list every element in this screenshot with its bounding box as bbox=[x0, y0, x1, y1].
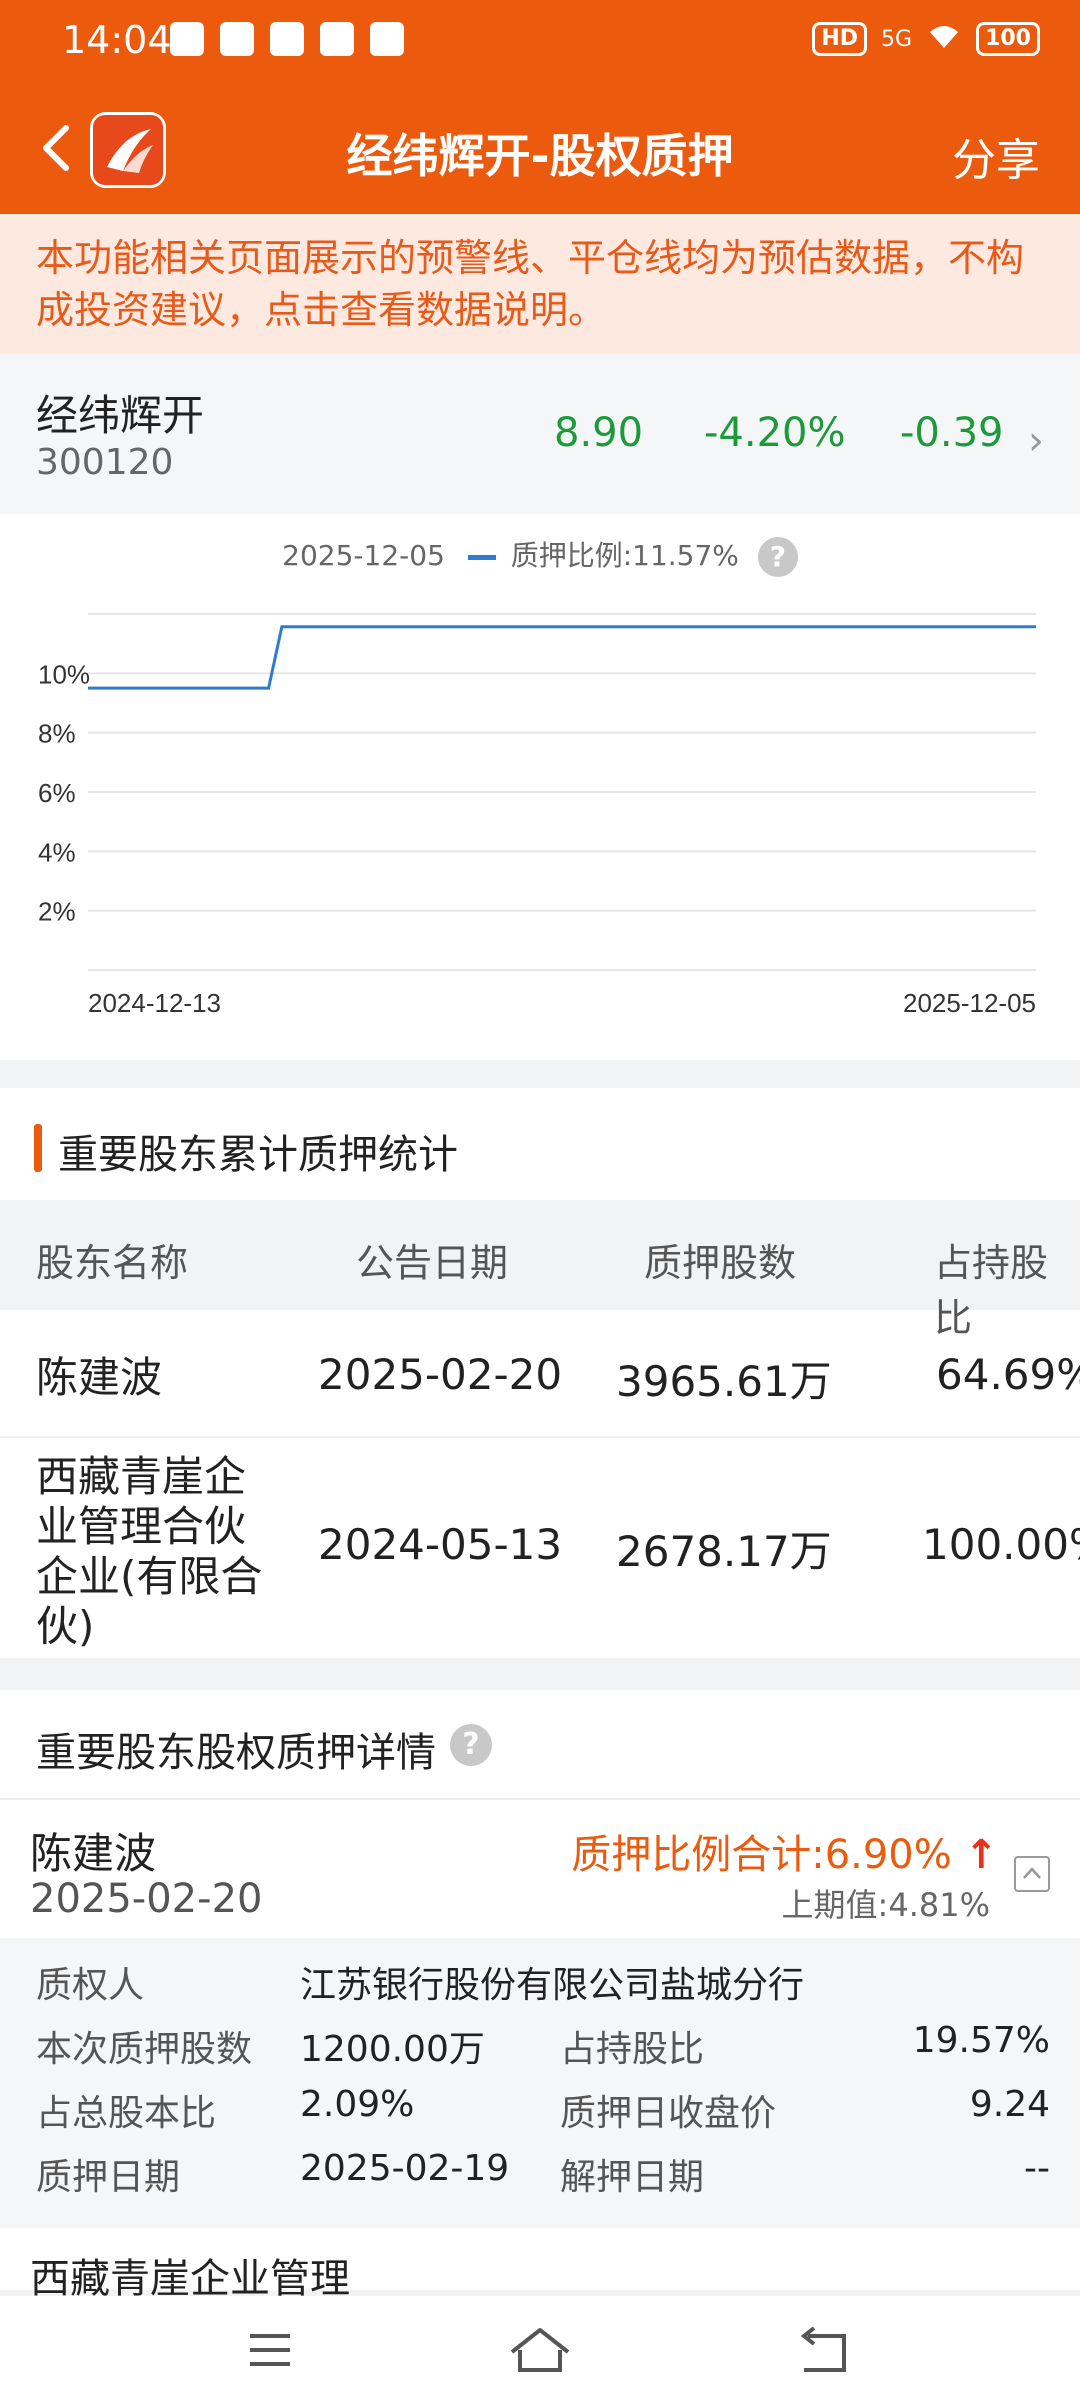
section-accent-bar bbox=[34, 1124, 42, 1172]
y-tick-label: 6% bbox=[38, 778, 76, 808]
system-nav-bar bbox=[0, 2296, 1080, 2408]
pledge-ratio-chart: 2025-12-05 质押比例:11.57% ? 2% 4% 6% 8% 10% 2024… bbox=[0, 514, 1080, 1060]
x-tick-label: 2025-12-05 bbox=[903, 988, 1036, 1018]
cell-holder-name: 西藏青崖企业管理合伙企业(有限合伙) bbox=[36, 1452, 263, 1651]
collapse-button[interactable] bbox=[1014, 1856, 1050, 1892]
stock-change: -0.39 bbox=[900, 410, 1004, 456]
back-nav-icon[interactable] bbox=[796, 2326, 852, 2374]
value-pledgee: 江苏银行股份有限公司盐城分行 bbox=[300, 1965, 805, 2006]
label-release-date: 解押日期 bbox=[560, 2157, 705, 2198]
y-tick-label: 8% bbox=[38, 719, 76, 749]
holder-date: 2025-02-20 bbox=[30, 1876, 263, 1922]
column-header-shares: 质押股数 bbox=[644, 1241, 797, 1285]
cell-ratio: 100.00% bbox=[922, 1520, 1080, 1569]
help-icon[interactable]: ? bbox=[450, 1724, 492, 1766]
table-row[interactable]: 陈建波 2025-02-20 3965.61万 64.69% bbox=[0, 1310, 1080, 1438]
column-header-name: 股东名称 bbox=[36, 1241, 189, 1285]
table-row[interactable]: 西藏青崖企业管理合伙企业(有限合伙) 2024-05-13 2678.17万 1… bbox=[0, 1438, 1080, 1658]
holder-name: 陈建波 bbox=[30, 1829, 157, 1878]
value-pledged-shares: 1200.00万 bbox=[300, 2029, 485, 2070]
pledge-detail-card: 重要股东股权质押详情 ? 陈建波 2025-02-20 质押比例合计:6.90%… bbox=[0, 1690, 1080, 2302]
up-arrow-icon: ↑ bbox=[964, 1832, 998, 1878]
hd-icon: HD bbox=[812, 22, 868, 56]
wechat-icon bbox=[220, 22, 254, 56]
column-header-date: 公告日期 bbox=[356, 1241, 509, 1285]
table-header: 股东名称 公告日期 质押股数 占持股比 bbox=[0, 1200, 1080, 1340]
battery-icon: 100 bbox=[976, 22, 1040, 56]
cell-shares: 3965.61万 bbox=[616, 1357, 832, 1406]
stock-name: 经纬辉开 bbox=[36, 391, 205, 440]
label-hold-ratio: 占持股比 bbox=[560, 2029, 705, 2070]
section-title: 重要股东股权质押详情 bbox=[36, 1730, 436, 1776]
video-icon bbox=[320, 22, 354, 56]
stock-change-pct: -4.20% bbox=[704, 410, 846, 456]
wifi-icon bbox=[926, 22, 962, 56]
stock-quote-row[interactable]: 经纬辉开 300120 8.90 -4.20% -0.39 › bbox=[0, 354, 1080, 514]
signal-icon: 5G bbox=[881, 26, 913, 52]
page-title: 经纬辉开-股权质押 bbox=[346, 129, 734, 183]
app-notification-icon bbox=[370, 22, 404, 56]
app-header: 经纬辉开-股权质押 分享 bbox=[0, 90, 1080, 214]
cell-shares: 2678.17万 bbox=[616, 1527, 832, 1576]
holder-summary-row[interactable]: 陈建波 2025-02-20 质押比例合计:6.90% ↑ 上期值:4.81% bbox=[0, 1798, 1080, 1938]
cell-date: 2024-05-13 bbox=[318, 1520, 563, 1569]
status-time: 14:04 bbox=[62, 18, 172, 62]
app-notification-icon bbox=[170, 22, 204, 56]
app-notification-icon bbox=[270, 22, 304, 56]
label-close-price: 质押日收盘价 bbox=[560, 2093, 777, 2134]
y-tick-label: 4% bbox=[38, 837, 76, 867]
label-pledgee: 质权人 bbox=[36, 1965, 145, 2006]
ratio-total: 质押比例合计:6.90% ↑ bbox=[571, 1832, 998, 1878]
cell-date: 2025-02-20 bbox=[318, 1350, 563, 1399]
cell-holder-name: 陈建波 bbox=[36, 1353, 163, 1402]
previous-value: 上期值:4.81% bbox=[781, 1886, 990, 1924]
share-button[interactable]: 分享 bbox=[952, 124, 1040, 188]
chart-canvas: 2% 4% 6% 8% 10% 2024-12-13 2025-12-05 bbox=[38, 613, 1036, 1018]
value-release-date: -- bbox=[1024, 2148, 1050, 2189]
value-total-ratio: 2.09% bbox=[300, 2084, 415, 2125]
value-hold-ratio: 19.57% bbox=[912, 2020, 1050, 2061]
value-close-price: 9.24 bbox=[969, 2084, 1050, 2125]
chevron-up-icon bbox=[1023, 1867, 1041, 1879]
section-title: 重要股东累计质押统计 bbox=[58, 1132, 458, 1178]
y-tick-label: 2% bbox=[38, 897, 76, 927]
cell-ratio: 64.69% bbox=[936, 1350, 1080, 1399]
x-tick-label: 2024-12-13 bbox=[88, 988, 221, 1018]
stock-code: 300120 bbox=[36, 442, 174, 483]
status-bar: 14:04 HD 5G 100 bbox=[0, 0, 1080, 90]
pledge-detail-grid: 质权人 江苏银行股份有限公司盐城分行 本次质押股数 1200.00万 占持股比 … bbox=[0, 1938, 1080, 2228]
pledge-stats-card: 重要股东累计质押统计 股东名称 公告日期 质押股数 占持股比 陈建波 2025-… bbox=[0, 1088, 1080, 1658]
label-pledge-date: 质押日期 bbox=[36, 2157, 181, 2198]
system-status: HD 5G 100 bbox=[812, 22, 1040, 56]
notification-icons bbox=[170, 22, 404, 56]
home-icon[interactable] bbox=[508, 2326, 572, 2374]
menu-icon[interactable] bbox=[246, 2326, 294, 2374]
disclaimer-notice[interactable]: 本功能相关页面展示的预警线、平仓线均为预估数据，不构成投资建议，点击查看数据说明… bbox=[0, 214, 1080, 354]
series-line bbox=[88, 625, 1036, 690]
value-pledge-date: 2025-02-19 bbox=[300, 2148, 510, 2189]
label-total-ratio: 占总股本比 bbox=[36, 2093, 217, 2134]
chevron-right-icon: › bbox=[1028, 418, 1044, 464]
label-pledged-shares: 本次质押股数 bbox=[36, 2029, 253, 2070]
stock-price: 8.90 bbox=[554, 410, 644, 456]
y-tick-label: 10% bbox=[38, 659, 90, 689]
